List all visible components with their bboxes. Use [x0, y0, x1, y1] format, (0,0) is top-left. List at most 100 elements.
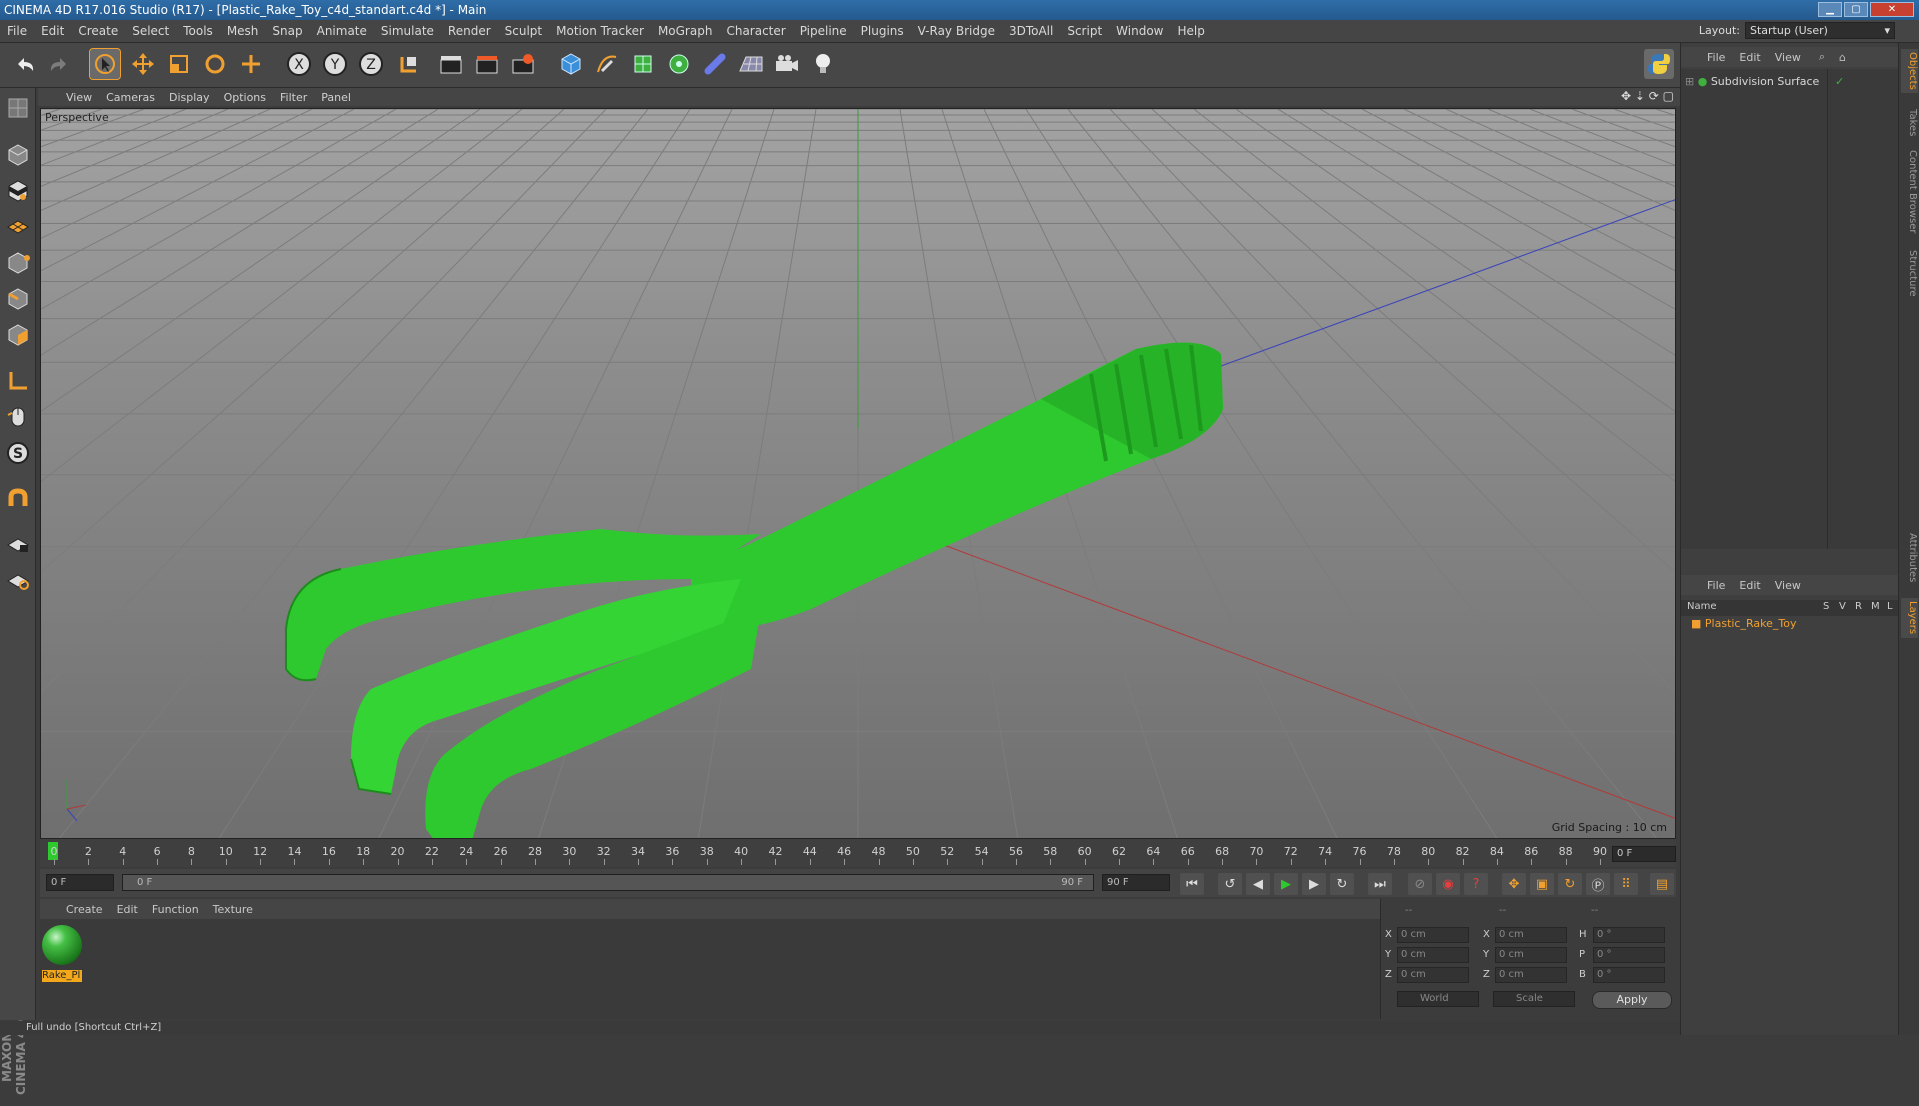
- record-button[interactable]: ◉: [1436, 873, 1460, 895]
- menu-mesh[interactable]: Mesh: [220, 24, 266, 38]
- menu-mograph[interactable]: MoGraph: [651, 24, 720, 38]
- close-button[interactable]: ✕: [1870, 2, 1914, 17]
- object-row[interactable]: ⊞ ● Subdivision Surface ✓: [1685, 75, 1844, 88]
- tab-objects[interactable]: Objects: [1901, 49, 1918, 93]
- render-picture-viewer-button[interactable]: [472, 49, 502, 79]
- previous-frame-button[interactable]: ◀: [1246, 873, 1270, 895]
- apply-button[interactable]: Apply: [1592, 991, 1672, 1009]
- key-scale-button[interactable]: ▣: [1530, 873, 1554, 895]
- motion-record-button[interactable]: ⊘: [1408, 873, 1432, 895]
- autokey-button[interactable]: ?: [1464, 873, 1488, 895]
- rotate-button[interactable]: [200, 49, 230, 79]
- end-frame-field[interactable]: 90 F: [1102, 874, 1170, 891]
- menu-render[interactable]: Render: [441, 24, 498, 38]
- menu-window[interactable]: Window: [1109, 24, 1170, 38]
- rot-h-field[interactable]: 0 °: [1593, 927, 1665, 943]
- go-to-end-button[interactable]: ⏭: [1368, 873, 1392, 895]
- camera-button[interactable]: [772, 49, 802, 79]
- menu-create[interactable]: Create: [71, 24, 125, 38]
- minimize-button[interactable]: ▁: [1818, 2, 1842, 17]
- pos-y-field[interactable]: 0 cm: [1397, 947, 1469, 963]
- tab-takes[interactable]: Takes: [1901, 103, 1918, 143]
- x-axis-button[interactable]: X: [284, 49, 314, 79]
- deformer-button[interactable]: [700, 49, 730, 79]
- magnet-button[interactable]: [3, 484, 33, 514]
- menu-vray-bridge[interactable]: V-Ray Bridge: [911, 24, 1002, 38]
- cube-button[interactable]: [556, 49, 586, 79]
- menu-tools[interactable]: Tools: [176, 24, 220, 38]
- start-frame-field[interactable]: 0 F: [46, 874, 114, 891]
- objects-menu-view[interactable]: View: [1775, 51, 1801, 64]
- render-settings-button[interactable]: [508, 49, 538, 79]
- material-menu-texture[interactable]: Texture: [213, 903, 253, 916]
- size-z-field[interactable]: 0 cm: [1495, 967, 1567, 983]
- key-rotation-button[interactable]: ↻: [1558, 873, 1582, 895]
- menu-edit[interactable]: Edit: [34, 24, 71, 38]
- coordinate-system-button[interactable]: [394, 49, 424, 79]
- y-axis-button[interactable]: Y: [320, 49, 350, 79]
- texture-mode-button[interactable]: [3, 176, 33, 206]
- rot-b-field[interactable]: 0 °: [1593, 967, 1665, 983]
- menu-select[interactable]: Select: [125, 24, 176, 38]
- material-label[interactable]: Rake_Pl: [42, 970, 82, 982]
- size-y-field[interactable]: 0 cm: [1495, 947, 1567, 963]
- current-frame-field[interactable]: 0 F: [1612, 846, 1676, 862]
- subdivision-surface-button[interactable]: [628, 49, 658, 79]
- material-menu-function[interactable]: Function: [152, 903, 199, 916]
- scale-button[interactable]: [164, 49, 194, 79]
- objects-menu-edit[interactable]: Edit: [1739, 51, 1760, 64]
- axis-mode-button[interactable]: [3, 366, 33, 396]
- viewport-navigation-icons[interactable]: ✥ ⇣ ⟳ ▢: [1621, 89, 1674, 103]
- menu-3dtoall[interactable]: 3DToAll: [1002, 24, 1060, 38]
- material-preview[interactable]: [42, 925, 82, 965]
- points-mode-button[interactable]: [3, 248, 33, 278]
- snap-button[interactable]: S: [3, 438, 33, 468]
- tab-content-browser[interactable]: Content Browser: [1901, 147, 1918, 237]
- move-button[interactable]: [128, 49, 158, 79]
- pen-spline-button[interactable]: [592, 49, 622, 79]
- menu-help[interactable]: Help: [1170, 24, 1211, 38]
- layers-menu-view[interactable]: View: [1775, 579, 1801, 592]
- viewport-menu-view[interactable]: View: [66, 91, 92, 104]
- key-pla-button[interactable]: ⠿: [1614, 873, 1638, 895]
- search-icon[interactable]: ⌕: [1819, 50, 1825, 64]
- polygons-mode-button[interactable]: [3, 320, 33, 350]
- pos-x-field[interactable]: 0 cm: [1397, 927, 1469, 943]
- visibility-check-icon[interactable]: ✓: [1835, 75, 1844, 88]
- timeline-ruler[interactable]: 0 2 4 6 8 10 12 14 16 18 20 22 24 26 28 30 32 34 36 38 40 42 4…: [40, 839, 1676, 867]
- menu-animate[interactable]: Animate: [310, 24, 374, 38]
- menu-character[interactable]: Character: [719, 24, 792, 38]
- key-parameter-button[interactable]: Ⓟ: [1586, 873, 1610, 895]
- render-view-button[interactable]: [436, 49, 466, 79]
- edges-mode-button[interactable]: [3, 284, 33, 314]
- tab-layers[interactable]: Layers: [1901, 598, 1918, 638]
- layer-row[interactable]: ■ Plastic_Rake_Toy: [1691, 617, 1796, 630]
- menu-simulate[interactable]: Simulate: [374, 24, 441, 38]
- light-button[interactable]: [808, 49, 838, 79]
- material-menu-create[interactable]: Create: [66, 903, 103, 916]
- maximize-button[interactable]: ▢: [1844, 2, 1868, 17]
- size-mode-dropdown[interactable]: Scale: [1493, 991, 1575, 1007]
- layers-menu-edit[interactable]: Edit: [1739, 579, 1760, 592]
- viewport-menu-panel[interactable]: Panel: [321, 91, 351, 104]
- viewport-menu-options[interactable]: Options: [224, 91, 266, 104]
- tweak-mode-button[interactable]: [3, 402, 33, 432]
- layout-dropdown[interactable]: Startup (User) ▾: [1745, 22, 1895, 39]
- z-axis-button[interactable]: Z: [356, 49, 386, 79]
- viewport-menu-cameras[interactable]: Cameras: [106, 91, 155, 104]
- live-selection-button[interactable]: [89, 48, 121, 80]
- menu-pipeline[interactable]: Pipeline: [793, 24, 854, 38]
- coordinate-mode-dropdown[interactable]: World: [1397, 991, 1479, 1007]
- undo-button[interactable]: [10, 49, 40, 79]
- viewport-menu-filter[interactable]: Filter: [280, 91, 307, 104]
- workplane-button[interactable]: [3, 210, 33, 240]
- rot-p-field[interactable]: 0 °: [1593, 947, 1665, 963]
- viewport-menu-display[interactable]: Display: [169, 91, 210, 104]
- tab-attributes[interactable]: Attributes: [1901, 528, 1918, 588]
- planar-workplane-button[interactable]: [3, 564, 33, 594]
- menu-motion-tracker[interactable]: Motion Tracker: [549, 24, 651, 38]
- layers-menu-file[interactable]: File: [1707, 579, 1725, 592]
- model-mode-button[interactable]: [3, 140, 33, 170]
- python-button[interactable]: [1644, 49, 1674, 79]
- range-slider[interactable]: 0 F 90 F: [122, 874, 1094, 891]
